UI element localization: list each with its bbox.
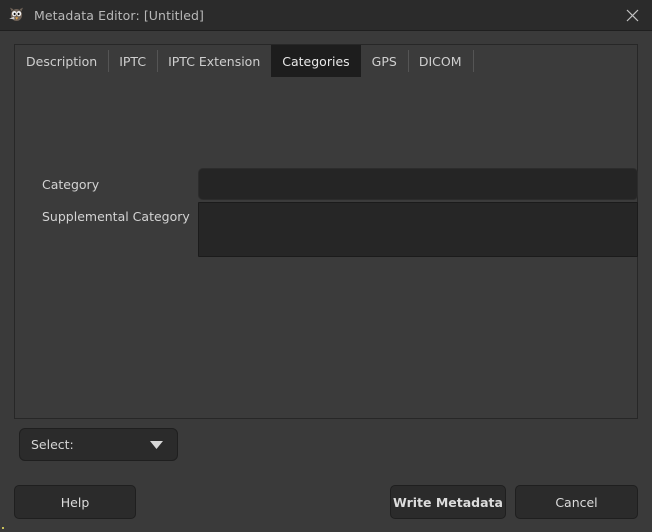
tab-gps[interactable]: GPS xyxy=(361,45,408,77)
tab-description[interactable]: Description xyxy=(15,45,108,77)
wilber-gimp-icon xyxy=(7,6,25,24)
help-button[interactable]: Help xyxy=(14,485,136,519)
close-window-button[interactable] xyxy=(612,0,652,31)
label-category: Category xyxy=(42,177,99,192)
bottom-pixel-artifact xyxy=(2,527,4,529)
tab-dicom-label: DICOM xyxy=(419,54,462,69)
tab-iptc-extension[interactable]: IPTC Extension xyxy=(157,45,271,77)
supplemental-category-textarea[interactable] xyxy=(198,202,638,257)
window-title: Metadata Editor: [Untitled] xyxy=(34,8,204,23)
tab-categories-label: Categories xyxy=(282,54,349,69)
tab-iptc-label: IPTC xyxy=(119,54,146,69)
tab-description-label: Description xyxy=(26,54,97,69)
select-dropdown[interactable]: Select: xyxy=(19,428,178,461)
tab-gps-label: GPS xyxy=(372,54,397,69)
chevron-down-icon xyxy=(150,441,163,449)
category-input[interactable] xyxy=(198,168,638,200)
tab-strip: Description IPTC IPTC Extension Categori… xyxy=(14,44,638,77)
window-titlebar: Metadata Editor: [Untitled] xyxy=(0,0,652,31)
tab-iptc[interactable]: IPTC xyxy=(108,45,157,77)
label-supplemental-category: Supplemental Category xyxy=(42,209,190,224)
cancel-button[interactable]: Cancel xyxy=(515,485,638,519)
tab-iptc-extension-label: IPTC Extension xyxy=(168,54,260,69)
tab-categories[interactable]: Categories xyxy=(271,45,360,77)
select-dropdown-label: Select: xyxy=(31,437,74,452)
tab-strip-filler xyxy=(473,45,638,77)
close-icon xyxy=(626,9,639,22)
tab-dicom[interactable]: DICOM xyxy=(408,45,473,77)
tab-content-panel: Category Supplemental Category xyxy=(14,77,638,419)
write-metadata-button[interactable]: Write Metadata xyxy=(390,485,506,519)
